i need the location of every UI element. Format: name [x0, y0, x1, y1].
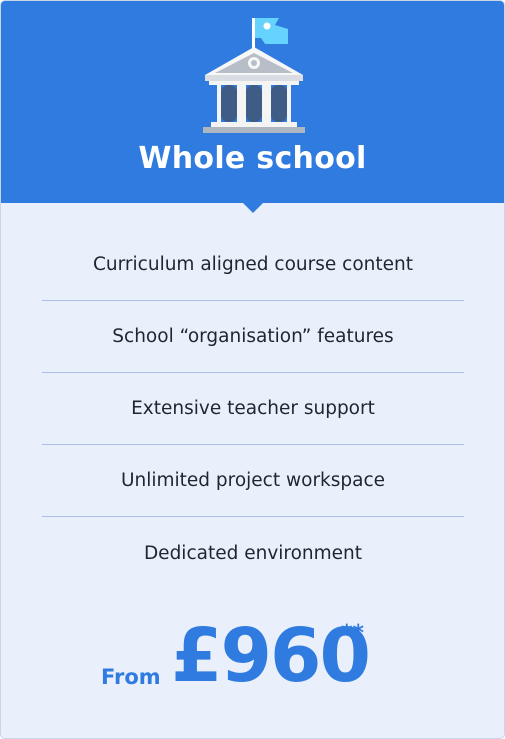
price-block: From £960 **	[101, 611, 401, 701]
feature-item: School “organisation” features	[42, 301, 464, 373]
feature-item: Unlimited project workspace	[42, 445, 464, 517]
feature-list: Curriculum aligned course content School…	[42, 229, 464, 589]
school-building-icon	[203, 18, 305, 133]
pricing-card: Whole school Curriculum aligned course c…	[0, 0, 505, 739]
card-title: Whole school	[138, 141, 367, 176]
card-header: Whole school	[1, 1, 504, 203]
price-prefix: From	[101, 665, 161, 689]
feature-item: Extensive teacher support	[42, 373, 464, 445]
feature-item: Dedicated environment	[143, 542, 363, 564]
header-pointer	[241, 201, 265, 213]
feature-item: Curriculum aligned course content	[42, 229, 464, 301]
price-amount: £960	[171, 613, 371, 699]
price-footnote-marker: **	[341, 621, 365, 646]
